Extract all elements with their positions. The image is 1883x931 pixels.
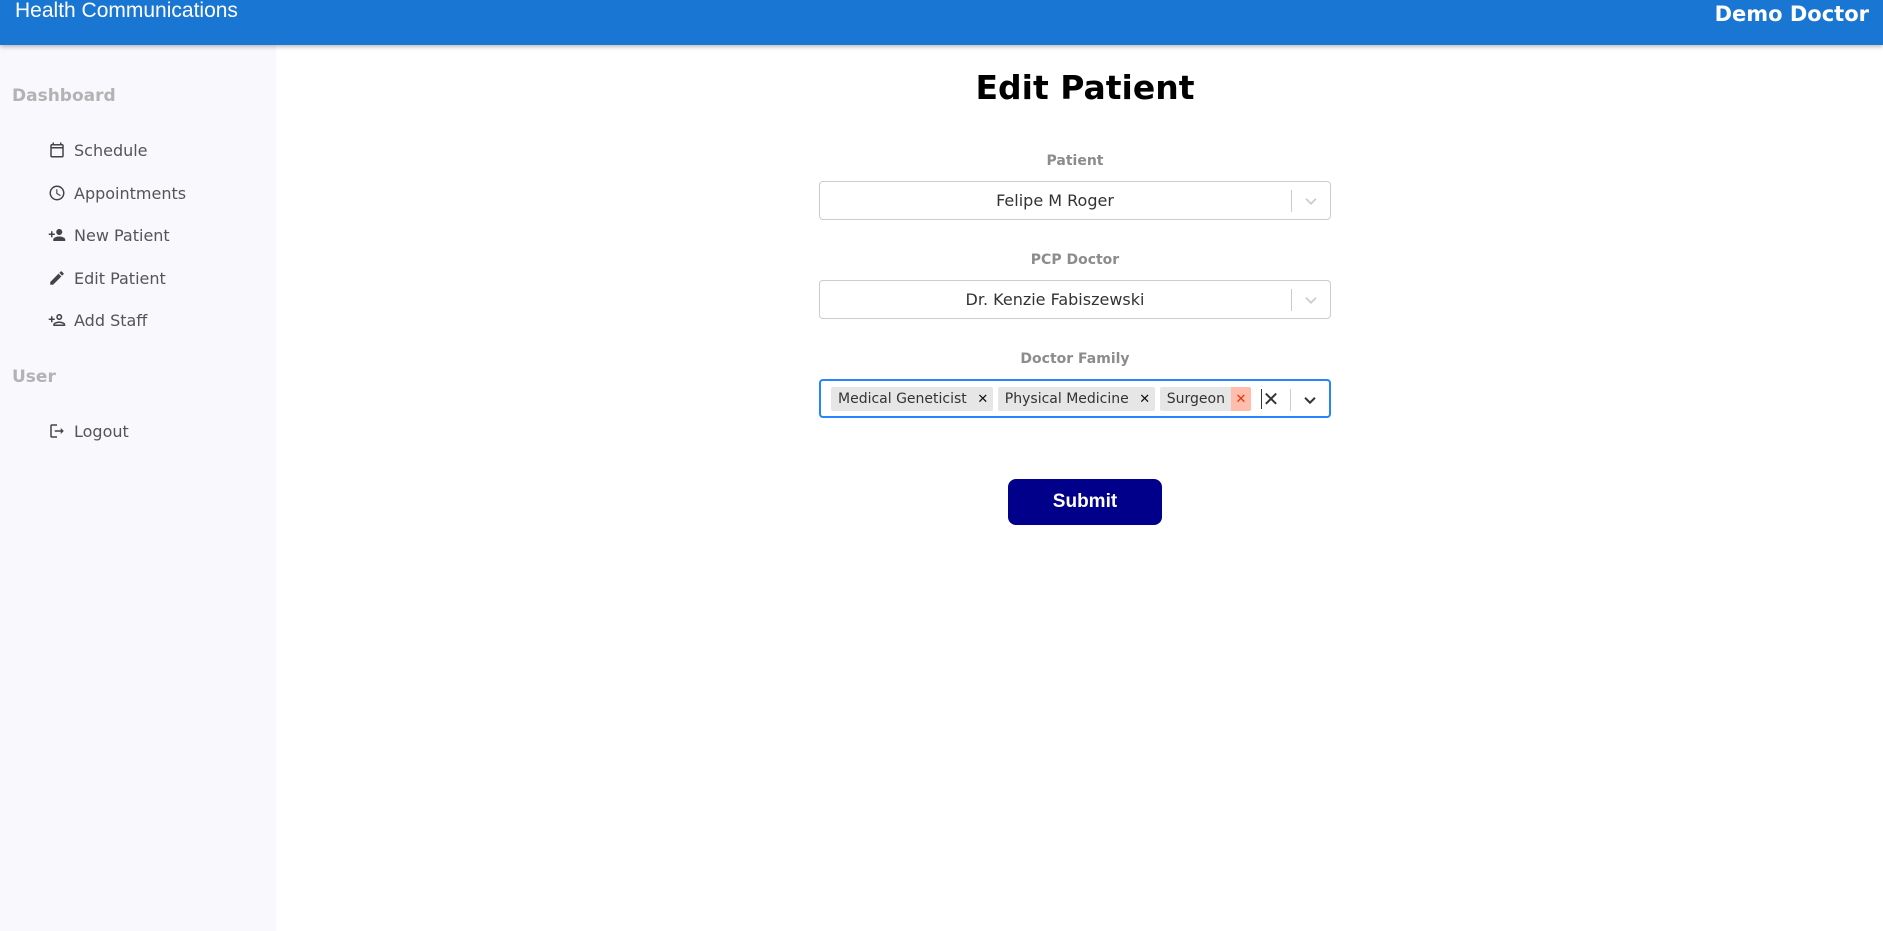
patient-select-value: Felipe M Roger <box>996 191 1114 210</box>
chevron-down-icon[interactable] <box>1302 192 1320 210</box>
tag-label: Medical Geneticist <box>838 391 967 407</box>
sidebar-item-label: New Patient <box>74 225 170 245</box>
clock-icon <box>49 185 65 201</box>
sidebar-item-appointments[interactable]: Appointments <box>48 180 186 206</box>
app-title: Health Communications <box>15 0 238 22</box>
user-name[interactable]: Demo Doctor <box>1715 2 1869 26</box>
tag-physical-medicine: Physical Medicine ✕ <box>997 387 1155 411</box>
tag-label: Surgeon <box>1166 391 1225 407</box>
page-title: Edit Patient <box>975 68 1195 107</box>
user-plus-icon <box>48 229 66 241</box>
clear-all-icon[interactable]: ✕ <box>1261 389 1281 411</box>
indicator-separator <box>1291 289 1292 311</box>
tag-label: Physical Medicine <box>1004 391 1129 407</box>
pcp-doctor-select[interactable]: Dr. Kenzie Fabiszewski <box>819 280 1331 319</box>
sidebar: Dashboard Schedule Appointments New Pati… <box>0 45 276 931</box>
tag-remove-icon[interactable]: ✕ <box>973 387 993 411</box>
sidebar-item-logout[interactable]: Logout <box>48 418 129 444</box>
pcp-doctor-select-value: Dr. Kenzie Fabiszewski <box>965 290 1145 309</box>
pcp-doctor-label: PCP Doctor <box>1030 252 1120 268</box>
user-add-outline-icon <box>48 314 66 326</box>
submit-button[interactable]: Submit <box>1008 479 1162 525</box>
indicator-separator <box>1290 389 1291 411</box>
indicator-separator <box>1291 190 1292 212</box>
tag-remove-icon[interactable]: ✕ <box>1135 387 1155 411</box>
patient-select[interactable]: Felipe M Roger <box>819 181 1331 220</box>
sidebar-item-add-staff[interactable]: Add Staff <box>48 307 147 333</box>
doctor-family-label: Doctor Family <box>1020 351 1130 367</box>
sidebar-item-label: Add Staff <box>74 310 148 330</box>
sidebar-item-edit-patient[interactable]: Edit Patient <box>48 265 166 291</box>
chevron-down-icon[interactable] <box>1301 391 1319 409</box>
calendar-icon <box>50 142 64 158</box>
sidebar-item-label: Edit Patient <box>74 268 166 288</box>
sidebar-item-new-patient[interactable]: New Patient <box>48 222 170 248</box>
sidebar-item-schedule[interactable]: Schedule <box>48 137 148 163</box>
selected-tags: Medical Geneticist ✕ Physical Medicine ✕… <box>831 387 1262 411</box>
tag-remove-icon[interactable]: ✕ <box>1230 387 1251 411</box>
sidebar-section-dashboard: Dashboard <box>12 86 116 106</box>
patient-label: Patient <box>1046 153 1104 169</box>
tag-medical-geneticist: Medical Geneticist ✕ <box>831 387 993 411</box>
doctor-family-multiselect[interactable]: Medical Geneticist ✕ Physical Medicine ✕… <box>819 379 1331 418</box>
sidebar-section-user: User <box>12 367 56 387</box>
sidebar-item-label: Logout <box>74 421 129 441</box>
sidebar-item-label: Schedule <box>74 140 148 160</box>
pencil-icon <box>50 271 64 285</box>
chevron-down-icon[interactable] <box>1302 291 1320 309</box>
logout-icon <box>50 424 64 438</box>
top-app-bar: Health Communications Demo Doctor <box>0 0 1883 45</box>
tag-surgeon: Surgeon ✕ <box>1159 387 1251 411</box>
sidebar-item-label: Appointments <box>74 183 187 203</box>
